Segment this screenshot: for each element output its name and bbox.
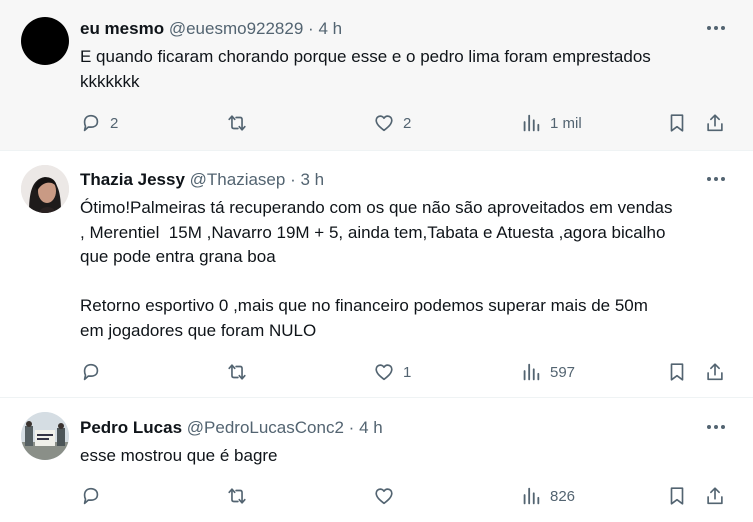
share-button[interactable]	[704, 359, 726, 385]
user-handle[interactable]: @euesmo922829	[169, 19, 303, 38]
reply-count: 2	[110, 114, 119, 132]
retweet-button[interactable]	[226, 359, 256, 385]
analytics-icon	[523, 114, 540, 132]
timestamp[interactable]: 3 h	[300, 170, 324, 189]
heart-icon	[375, 115, 393, 132]
tweet-actions: 2 2 1 mil	[80, 110, 730, 136]
avatar[interactable]	[21, 412, 69, 460]
tweet-text: Ótimo!Palmeiras tá recuperando com os qu…	[80, 196, 740, 343]
tweet-text: E quando ficaram chorando porque esse e …	[80, 45, 740, 94]
tweet-text-line: , Merentiel 15M ,Navarro 19M + 5, ainda …	[80, 222, 666, 242]
views-count: 597	[550, 363, 576, 381]
bookmark-icon	[670, 114, 684, 132]
heart-icon	[375, 488, 393, 505]
share-icon	[707, 363, 723, 381]
display-name[interactable]: Thazia Jessy	[80, 170, 185, 189]
like-button[interactable]	[373, 483, 403, 509]
heart-icon	[375, 364, 393, 381]
tweet-actions: 1 597	[80, 359, 730, 385]
tweet-text-line: E quando ficaram chorando porque esse e …	[80, 47, 651, 66]
reply-icon	[83, 487, 99, 505]
views-button[interactable]: 597	[520, 359, 575, 385]
bookmark-button[interactable]	[666, 110, 688, 136]
tweet-text: esse mostrou que é bagre	[80, 444, 740, 469]
reply-icon	[83, 114, 99, 132]
share-icon	[707, 487, 723, 505]
like-button[interactable]: 1	[373, 359, 411, 385]
separator-dot: ·	[348, 418, 355, 437]
timestamp[interactable]: 4 h	[318, 19, 342, 38]
tweet-text-line: Retorno esportivo 0 ,mais que no finance…	[80, 296, 648, 315]
user-handle[interactable]: @PedroLucasConc2	[187, 418, 344, 437]
reply-button[interactable]	[80, 359, 110, 385]
reply-icon	[83, 363, 99, 381]
analytics-icon	[523, 487, 540, 505]
timestamp[interactable]: 4 h	[359, 418, 383, 437]
avatar[interactable]	[21, 165, 69, 213]
display-name[interactable]: eu mesmo	[80, 19, 164, 38]
tweet-text-line: esse mostrou que é bagre	[80, 446, 278, 465]
share-button[interactable]	[704, 483, 726, 509]
bookmark-icon	[670, 487, 684, 505]
bookmark-icon	[670, 363, 684, 381]
tweet-text-line	[80, 270, 740, 295]
like-count: 2	[403, 114, 412, 132]
tweet-text-line: Ótimo!Palmeiras tá recuperando com os qu…	[80, 198, 673, 217]
retweet-icon	[228, 364, 246, 380]
bookmark-button[interactable]	[666, 483, 688, 509]
tweet-text-line: que pode entra grana boa	[80, 247, 276, 266]
views-button[interactable]: 1 mil	[520, 110, 582, 136]
analytics-icon	[523, 363, 540, 381]
tweet-1[interactable]: eu mesmo @euesmo922829 · 4 h E quando fi…	[0, 0, 753, 151]
views-button[interactable]: 826	[520, 483, 575, 509]
user-handle[interactable]: @Thaziasep	[190, 170, 286, 189]
tweet-header: eu mesmo @euesmo922829 · 4 h	[80, 19, 342, 39]
reply-button[interactable]: 2	[80, 110, 118, 136]
tweet-text-line: em jogadores que foram NULO	[80, 320, 317, 340]
retweet-button[interactable]	[226, 110, 256, 136]
tweet-actions: 826	[80, 483, 730, 509]
retweet-button[interactable]	[226, 483, 256, 509]
like-button[interactable]: 2	[373, 110, 411, 136]
display-name[interactable]: Pedro Lucas	[80, 418, 182, 437]
tweet-header: Thazia Jessy @Thaziasep · 3 h	[80, 170, 324, 190]
tweet-2[interactable]: Thazia Jessy @Thaziasep · 3 h Ótimo!Palm…	[0, 151, 753, 398]
tweet-3[interactable]: Pedro Lucas @PedroLucasConc2 · 4 h esse …	[0, 398, 753, 522]
separator-dot: ·	[308, 19, 314, 38]
more-options-icon[interactable]	[705, 417, 727, 437]
reply-button[interactable]	[80, 483, 110, 509]
views-count: 1 mil	[550, 114, 582, 132]
views-count: 826	[550, 487, 576, 505]
retweet-icon	[228, 488, 246, 504]
more-options-icon[interactable]	[705, 18, 727, 38]
retweet-icon	[228, 115, 246, 131]
tweet-header: Pedro Lucas @PedroLucasConc2 · 4 h	[80, 418, 383, 438]
tweet-text-line: kkkkkkk	[80, 71, 140, 91]
avatar[interactable]	[21, 17, 69, 65]
share-icon	[707, 114, 723, 132]
bookmark-button[interactable]	[666, 359, 688, 385]
separator-dot: ·	[290, 170, 296, 189]
share-button[interactable]	[704, 110, 726, 136]
like-count: 1	[403, 363, 412, 381]
more-options-icon[interactable]	[705, 169, 727, 189]
